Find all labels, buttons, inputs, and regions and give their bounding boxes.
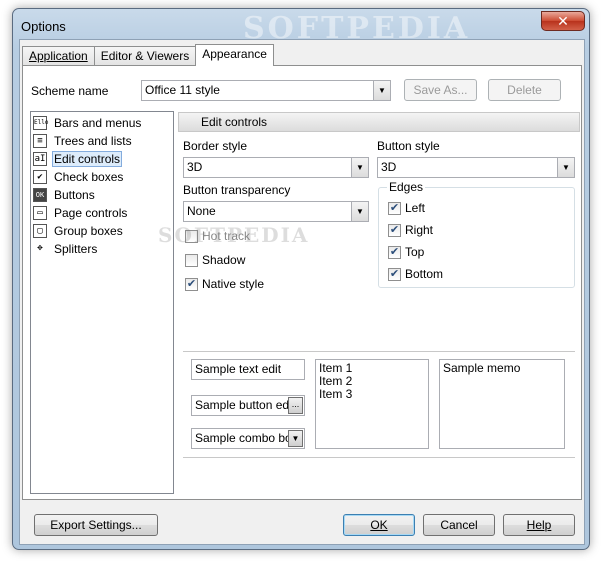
edge-bottom-checkbox[interactable]: ✔ Bottom [388, 266, 443, 282]
sample-combo-box[interactable]: Sample combo box ▼ [191, 428, 305, 449]
tab-appearance[interactable]: Appearance [195, 44, 274, 66]
sample-list-box[interactable]: Item 1 Item 2 Item 3 [315, 359, 429, 449]
button-transparency-value: None [187, 204, 216, 218]
chevron-down-icon[interactable]: ▼ [351, 158, 368, 177]
edge-right-checkbox[interactable]: ✔ Right [388, 222, 433, 238]
edge-bottom-label: Bottom [405, 267, 444, 281]
button-transparency-label: Button transparency [183, 183, 291, 197]
tree-item-group-boxes[interactable]: ▢ Group boxes [33, 222, 125, 240]
save-as-button[interactable]: Save As... [404, 79, 477, 101]
appearance-page: Scheme name Office 11 style ▼ Save As...… [22, 65, 582, 500]
button-style-combo[interactable]: 3D ▼ [377, 157, 575, 178]
ellipsis-button[interactable]: ... [288, 397, 303, 414]
button-transparency-combo[interactable]: None ▼ [183, 201, 369, 222]
scheme-name-combo[interactable]: Office 11 style ▼ [141, 80, 391, 101]
section-header: Edit controls [178, 112, 580, 132]
edge-top-label: Top [405, 245, 425, 259]
sample-preview-area: Sample text edit Sample button edit ... … [183, 351, 575, 458]
ok-button[interactable]: OK [343, 514, 415, 536]
shadow-checkbox[interactable]: Shadow [185, 252, 245, 268]
export-settings-button[interactable]: Export Settings... [34, 514, 158, 536]
tree-item-splitters[interactable]: ✥ Splitters [33, 240, 99, 258]
sample-memo[interactable]: Sample memo [439, 359, 565, 449]
watermark-mid: SOFTPEDIA [158, 223, 310, 247]
chevron-down-icon[interactable]: ▼ [288, 430, 303, 447]
chevron-down-icon[interactable]: ▼ [557, 158, 574, 177]
group-box-icon: ▢ [33, 224, 47, 238]
tree-item-label: Edit controls [52, 151, 123, 167]
edges-title: Edges [387, 180, 426, 194]
tree-item-page-controls[interactable]: ▭ Page controls [33, 204, 129, 222]
border-style-value: 3D [187, 160, 203, 174]
tree-item-check-boxes[interactable]: ✔ Check boxes [33, 168, 125, 186]
sample-combo-text: Sample combo box [195, 431, 298, 445]
chevron-down-icon[interactable]: ▼ [351, 202, 368, 221]
tree-item-label: Check boxes [54, 170, 124, 184]
tree-item-buttons[interactable]: OK Buttons [33, 186, 97, 204]
close-button[interactable]: ✕ [541, 11, 585, 31]
checkmark-icon: ✔ [185, 277, 198, 291]
tree-item-edit-controls[interactable]: aI Edit controls [33, 150, 123, 168]
sample-button-edit[interactable]: Sample button edit ... [191, 395, 305, 416]
sample-text-edit[interactable]: Sample text edit [191, 359, 305, 380]
tree-item-label: Page controls [54, 206, 128, 220]
button-style-label: Button style [377, 139, 440, 153]
tree-list-icon: ≡ [33, 134, 47, 148]
tree-item-label: Group boxes [54, 224, 123, 238]
scheme-name-value: Office 11 style [145, 83, 220, 97]
dialog-client: Application Editor & Viewers Appearance … [19, 39, 585, 545]
checkbox-unchecked-icon [185, 253, 198, 267]
edge-left-checkbox[interactable]: ✔ Left [388, 200, 425, 216]
tree-item-label: Splitters [54, 242, 98, 256]
tree-item-label: Buttons [54, 188, 95, 202]
checkmark-icon: ✔ [388, 201, 401, 215]
edit-control-icon: aI [33, 152, 47, 166]
help-button[interactable]: Help [503, 514, 575, 536]
tree-item-bars-menus[interactable]: Ello Bars and menus [33, 114, 143, 132]
native-style-checkbox[interactable]: ✔ Native style [185, 276, 264, 292]
tab-strip: Application Editor & Viewers Appearance [22, 44, 274, 66]
checkmark-icon: ✔ [388, 267, 401, 281]
splitter-icon: ✥ [33, 242, 47, 256]
tree-item-label: Bars and menus [54, 116, 142, 130]
edge-left-label: Left [405, 201, 426, 215]
tree-item-label: Trees and lists [54, 134, 132, 148]
delete-button[interactable]: Delete [488, 79, 561, 101]
chevron-down-icon[interactable]: ▼ [373, 81, 390, 100]
tab-application[interactable]: Application [22, 46, 95, 66]
bars-menus-icon: Ello [33, 116, 48, 130]
border-style-combo[interactable]: 3D ▼ [183, 157, 369, 178]
edge-top-checkbox[interactable]: ✔ Top [388, 244, 424, 260]
checkmark-icon: ✔ [388, 245, 401, 259]
window-title: Options [21, 19, 66, 34]
tab-editor-viewers[interactable]: Editor & Viewers [93, 46, 197, 66]
edges-group: Edges ✔ Left ✔ Right ✔ Top ✔ Bottom [378, 180, 575, 288]
category-tree[interactable]: Ello Bars and menus ≡ Trees and lists aI… [30, 111, 174, 494]
button-icon: OK [33, 188, 47, 202]
shadow-label: Shadow [202, 253, 246, 267]
checkmark-icon: ✔ [388, 223, 401, 237]
native-style-label: Native style [202, 277, 265, 291]
tree-item-trees-lists[interactable]: ≡ Trees and lists [33, 132, 134, 150]
sample-button-edit-text: Sample button edit [195, 398, 296, 412]
options-window: Options SOFTPEDIA ✕ Application Editor &… [12, 8, 590, 550]
page-control-icon: ▭ [33, 206, 47, 220]
button-style-value: 3D [381, 160, 397, 174]
cancel-button[interactable]: Cancel [423, 514, 495, 536]
edge-right-label: Right [405, 223, 434, 237]
border-style-label: Border style [183, 139, 248, 153]
scheme-name-label: Scheme name [31, 84, 109, 98]
list-item[interactable]: Item 3 [319, 388, 425, 401]
checkbox-icon: ✔ [33, 170, 47, 184]
